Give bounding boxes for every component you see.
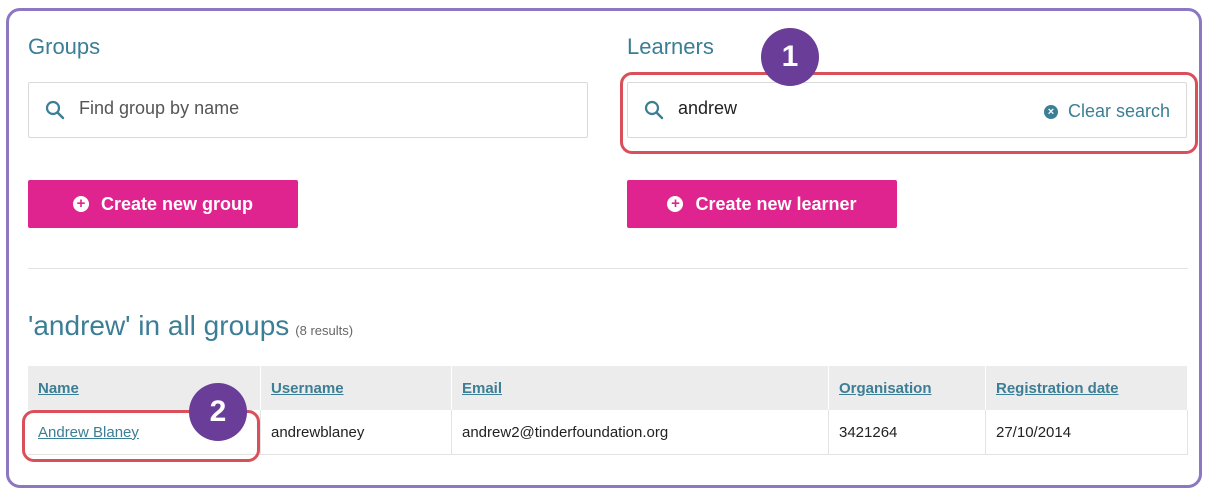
search-icon <box>45 100 65 125</box>
cell-email: andrew2@tinderfoundation.org <box>451 410 829 455</box>
group-search-box[interactable] <box>28 82 588 138</box>
column-header-organisation[interactable]: Organisation <box>828 366 986 410</box>
column-header-email[interactable]: Email <box>451 366 829 410</box>
create-new-learner-button[interactable]: + Create new learner <box>627 180 897 228</box>
cell-registration-date: 27/10/2014 <box>985 410 1188 455</box>
groups-heading: Groups <box>28 34 101 59</box>
column-header-registration-date[interactable]: Registration date <box>985 366 1188 410</box>
step-badge-1: 1 <box>761 28 819 86</box>
create-new-learner-label: Create new learner <box>695 193 857 214</box>
results-count: (8 results) <box>295 323 354 338</box>
create-new-group-button[interactable]: + Create new group <box>28 180 298 228</box>
cell-username: andrewblaney <box>260 410 452 455</box>
cell-organisation: 3421264 <box>828 410 986 455</box>
group-search-input[interactable] <box>77 97 381 120</box>
section-divider <box>28 268 1188 269</box>
column-header-username[interactable]: Username <box>260 366 452 410</box>
highlight-learner-search <box>620 72 1198 154</box>
learners-heading: Learners <box>627 34 714 59</box>
step-badge-2: 2 <box>189 383 247 441</box>
create-new-group-label: Create new group <box>100 193 254 214</box>
results-title: 'andrew' in all groups (8 results) <box>28 310 353 342</box>
plus-circle-icon: + <box>667 196 684 212</box>
plus-circle-icon: + <box>72 196 89 212</box>
results-title-text: 'andrew' in all groups <box>28 310 290 341</box>
